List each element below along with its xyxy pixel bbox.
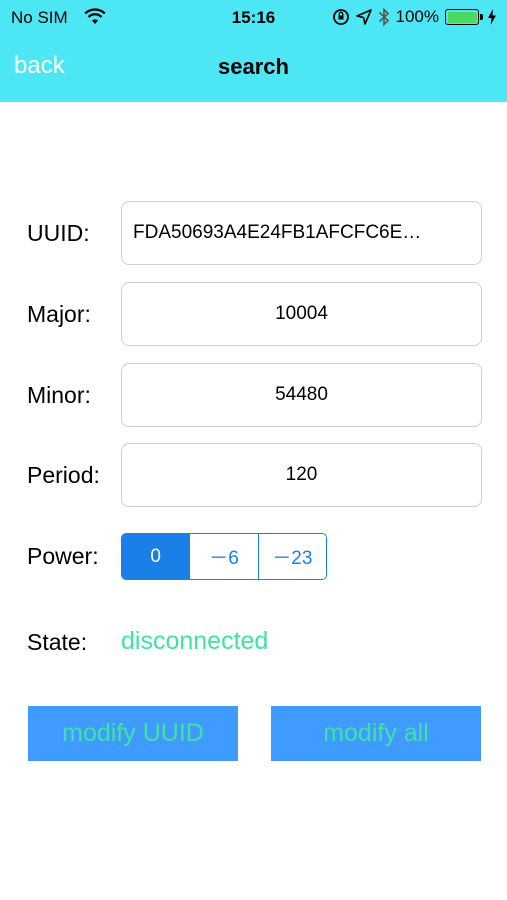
- uuid-field[interactable]: FDA50693A4E24FB1AFCFC6E…: [121, 201, 482, 265]
- status-right: 100%: [332, 6, 497, 28]
- modify-all-button[interactable]: modify all: [271, 706, 481, 761]
- uuid-label: UUID:: [27, 220, 90, 246]
- page-title: search: [218, 54, 289, 79]
- state-value: disconnected: [121, 627, 269, 655]
- minor-label: Minor:: [27, 382, 91, 408]
- orientation-lock-icon: [332, 9, 349, 25]
- power-option-0[interactable]: 0: [122, 534, 190, 579]
- location-icon: [355, 9, 372, 25]
- nav-header: No SIM 15:16 100% back search: [0, 0, 507, 102]
- power-segmented-control[interactable]: 0 －6 －23: [121, 533, 327, 580]
- charging-icon: [488, 9, 496, 25]
- state-label: State:: [27, 629, 88, 655]
- major-field[interactable]: 10004: [121, 282, 482, 346]
- status-bar: No SIM 15:16 100%: [0, 0, 507, 36]
- modify-uuid-button[interactable]: modify UUID: [28, 706, 238, 761]
- bluetooth-icon: [378, 7, 389, 27]
- battery-icon: [445, 9, 483, 25]
- uuid-value: FDA50693A4E24FB1AFCFC6E…: [133, 222, 422, 243]
- power-option-minus-6[interactable]: －6: [189, 534, 258, 579]
- period-field[interactable]: 120: [121, 443, 482, 507]
- battery-percent: 100%: [395, 7, 439, 26]
- period-label: Period:: [27, 462, 100, 488]
- minor-field[interactable]: 54480: [121, 363, 482, 427]
- power-label: Power:: [27, 543, 99, 569]
- major-label: Major:: [27, 301, 91, 327]
- power-option-minus-23[interactable]: －23: [257, 534, 326, 579]
